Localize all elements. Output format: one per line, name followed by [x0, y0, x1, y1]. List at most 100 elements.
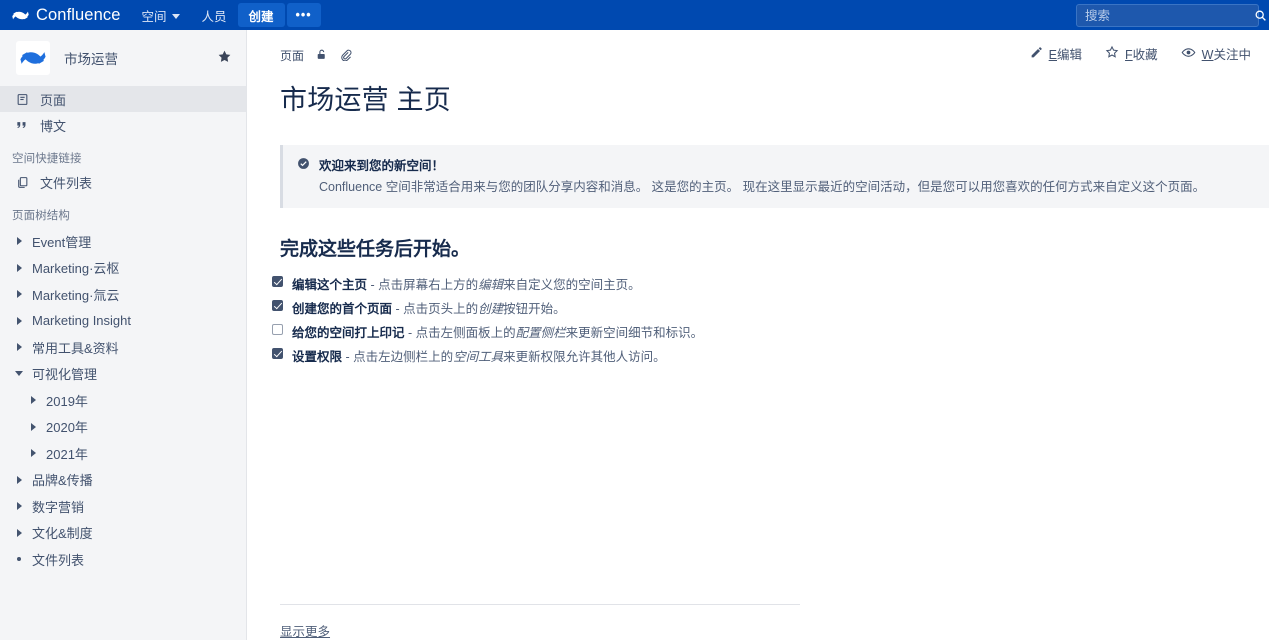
page-tree-item-label: 品牌&传播	[32, 473, 93, 489]
page-tree-item-label: 可视化管理	[32, 367, 98, 383]
sidebar-item-pages[interactable]: 页面	[0, 86, 246, 112]
task-checkbox[interactable]	[272, 347, 283, 359]
favorite-button-label: 收藏	[1132, 48, 1158, 62]
show-more-link[interactable]: 显示更多	[280, 621, 330, 640]
edit-button[interactable]: E编辑	[1030, 44, 1082, 63]
page-tree-item-label: 文化&制度	[32, 526, 93, 542]
unlock-icon[interactable]	[315, 48, 328, 64]
page-content: 页面 市场运营 主页 E编辑 F收藏 W关注中 欢迎来到您的新空间！ Confl…	[248, 30, 1269, 640]
page-tree-item-label: 常用工具&资料	[32, 340, 119, 356]
tasks-heading: 完成这些任务后开始。	[280, 239, 471, 261]
task-list: 编辑这个主页 - 点击屏幕右上方的编辑来自定义您的空间主页。 创建您的首个页面 …	[272, 271, 1269, 367]
watch-shortcut-key: W	[1201, 48, 1214, 62]
page-tree-item-label: Marketing·氚云	[32, 287, 120, 303]
quote-icon	[14, 118, 30, 132]
more-options-button[interactable]: •••	[286, 3, 321, 27]
sidebar-shortcut-file-list[interactable]: 文件列表	[0, 169, 246, 195]
page-title: 市场运营 主页	[280, 85, 451, 115]
confluence-logo-icon	[12, 7, 29, 24]
chevron-right-icon[interactable]	[12, 237, 26, 246]
task-title: 给您的空间打上印记	[292, 325, 405, 340]
task-title: 编辑这个主页	[292, 277, 368, 292]
banner-title: 欢迎来到您的新空间！	[319, 159, 445, 173]
confluence-space-avatar-icon	[16, 41, 50, 75]
page-tree-item-label: 2021年	[46, 446, 88, 462]
confluence-space-home: Confluence 空间 人员 创建 ••• 搜索 市场运营 页面 博文 空间…	[0, 0, 1269, 640]
chevron-right-icon[interactable]	[12, 528, 26, 537]
task-checkbox[interactable]	[272, 275, 283, 287]
task-checkbox[interactable]	[272, 323, 283, 335]
brand-text: Confluence	[36, 5, 121, 24]
space-name: 市场运营	[64, 52, 118, 67]
task-item: 设置权限 - 点击左边侧栏上的空间工具来更新权限允许其他人访问。	[272, 343, 1269, 367]
page-tree-item[interactable]: 2020年	[0, 414, 246, 441]
page-tree-item-label: 2020年	[46, 420, 88, 436]
chevron-right-icon[interactable]	[26, 396, 40, 405]
page-tree-item-leaf[interactable]: 文件列表	[0, 546, 246, 573]
task-text: 设置权限 - 点击左边侧栏上的空间工具来更新权限允许其他人访问。	[292, 346, 666, 365]
page-tree-item[interactable]: Marketing·云枢	[0, 255, 246, 282]
chevron-right-icon[interactable]	[26, 449, 40, 458]
task-text: 创建您的首个页面 - 点击页头上的创建按钮开始。	[292, 298, 566, 317]
pencil-icon	[1030, 46, 1043, 62]
page-tree-item[interactable]: 品牌&传播	[0, 467, 246, 494]
star-filled-icon[interactable]	[217, 49, 232, 67]
create-button[interactable]: 创建	[237, 3, 285, 27]
dot-icon	[12, 557, 26, 562]
paperclip-icon[interactable]	[339, 48, 352, 64]
chevron-right-icon[interactable]	[12, 290, 26, 299]
chevron-right-icon[interactable]	[12, 502, 26, 511]
search-input[interactable]	[1077, 8, 1254, 23]
topnav-item-spaces[interactable]: 空间	[130, 0, 190, 30]
page-tree-item-label: Event管理	[32, 234, 92, 250]
favorite-button[interactable]: F收藏	[1105, 44, 1158, 63]
eye-icon	[1181, 45, 1196, 63]
sidebar-item-label: 页面	[40, 92, 67, 108]
page-tree-item[interactable]: 数字营销	[0, 493, 246, 520]
task-pre: - 点击页头上的	[392, 301, 479, 316]
global-navigation-bar: Confluence 空间 人员 创建 •••	[0, 0, 1269, 30]
star-outline-icon	[1105, 45, 1119, 62]
watch-button[interactable]: W关注中	[1181, 44, 1251, 63]
task-post: 来更新权限允许其他人访问。	[503, 349, 666, 364]
edit-button-label: 编辑	[1057, 48, 1083, 62]
page-icon	[14, 93, 30, 106]
task-emphasis: 编辑	[478, 277, 504, 292]
page-tree-item[interactable]: 2019年	[0, 387, 246, 414]
page-tree-item[interactable]: 常用工具&资料	[0, 334, 246, 361]
task-pre: - 点击屏幕右上方的	[367, 277, 479, 292]
copy-icon	[14, 176, 30, 189]
page-tree-item-expanded[interactable]: 可视化管理	[0, 361, 246, 388]
page-tree-item[interactable]: Marketing·氚云	[0, 281, 246, 308]
page-tree-item[interactable]: 2021年	[0, 440, 246, 467]
task-item: 给您的空间打上印记 - 点击左侧面板上的配置侧栏来更新空间细节和标识。	[272, 319, 1269, 343]
watch-button-label: 关注中	[1213, 48, 1251, 62]
sidebar-item-blog[interactable]: 博文	[0, 112, 246, 138]
chevron-right-icon[interactable]	[12, 343, 26, 352]
sidebar-item-label: 文件列表	[40, 175, 93, 191]
global-search[interactable]	[1076, 4, 1266, 27]
sidebar-item-label: 博文	[40, 118, 67, 134]
content-header: 页面 市场运营 主页 E编辑 F收藏 W关注中	[248, 30, 1269, 117]
page-tree-item[interactable]: Marketing Insight	[0, 308, 246, 335]
chevron-right-icon[interactable]	[26, 422, 40, 431]
ellipsis-icon: •••	[295, 8, 312, 22]
page-tree: Event管理 Marketing·云枢 Marketing·氚云 Market…	[0, 228, 246, 573]
page-tree-item[interactable]: Event管理	[0, 228, 246, 255]
topnav-item-people[interactable]: 人员	[191, 0, 238, 30]
chevron-down-icon[interactable]	[12, 371, 26, 377]
task-checkbox[interactable]	[272, 299, 283, 311]
page-actions: E编辑 F收藏 W关注中	[1030, 44, 1251, 63]
breadcrumb-item-pages[interactable]: 页面	[280, 47, 304, 64]
chevron-right-icon[interactable]	[12, 263, 26, 272]
confluence-home-link[interactable]: Confluence	[0, 0, 130, 30]
page-tree-item-label: 2019年	[46, 393, 88, 409]
search-icon[interactable]	[1254, 9, 1267, 22]
create-button-label: 创建	[248, 9, 274, 24]
chevron-right-icon[interactable]	[12, 475, 26, 484]
task-emphasis: 空间工具	[453, 349, 504, 364]
check-circle-icon	[297, 157, 310, 196]
show-more-section: 显示更多	[280, 604, 800, 640]
page-tree-item[interactable]: 文化&制度	[0, 520, 246, 547]
chevron-right-icon[interactable]	[12, 316, 26, 325]
